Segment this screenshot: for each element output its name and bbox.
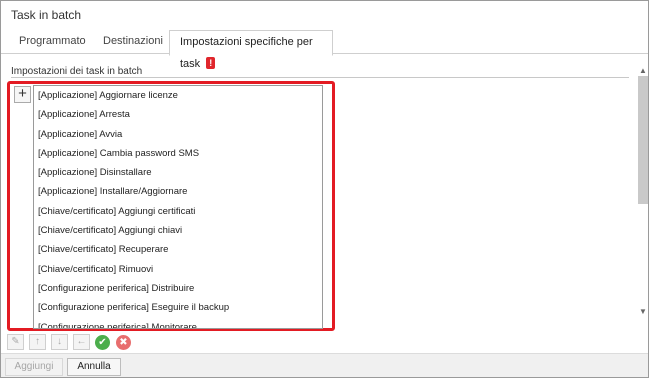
- tab-impostazioni-specifiche[interactable]: Impostazioni specifiche per task!: [169, 30, 333, 70]
- list-item[interactable]: [Applicazione] Aggiornare licenze: [34, 86, 322, 105]
- tab-label: Programmato: [19, 35, 86, 47]
- list-item[interactable]: [Chiave/certificato] Recuperare: [34, 240, 322, 259]
- list-item[interactable]: [Configurazione periferica] Eseguire il …: [34, 298, 322, 317]
- scrollbar-thumb[interactable]: [638, 76, 648, 204]
- tab-programmato[interactable]: Programmato: [9, 30, 96, 54]
- tab-label: Destinazioni: [103, 35, 163, 47]
- list-item[interactable]: [Configurazione periferica] Monitorare: [34, 318, 322, 328]
- section-divider: [11, 77, 629, 78]
- add-task-button[interactable]: +: [14, 86, 31, 103]
- arrow-up-icon[interactable]: ↑: [29, 334, 46, 350]
- add-button[interactable]: Aggiungi: [5, 358, 63, 376]
- check-icon[interactable]: ✔: [95, 335, 110, 350]
- tab-label: Impostazioni specifiche per task: [180, 36, 313, 70]
- plus-icon: +: [18, 85, 27, 102]
- list-item[interactable]: [Applicazione] Installare/Aggiornare: [34, 182, 322, 201]
- list-item[interactable]: [Applicazione] Arresta: [34, 105, 322, 124]
- list-item[interactable]: [Applicazione] Avvia: [34, 125, 322, 144]
- window-title: Task in batch: [11, 8, 82, 22]
- tab-destinazioni[interactable]: Destinazioni: [93, 30, 173, 54]
- tab-bar: Programmato Destinazioni Impostazioni sp…: [1, 28, 648, 70]
- list-item[interactable]: [Chiave/certificato] Rimuovi: [34, 260, 322, 279]
- warning-badge: !: [206, 57, 216, 69]
- scroll-up-icon[interactable]: ▲: [638, 66, 648, 76]
- list-item[interactable]: [Configurazione periferica] Distribuire: [34, 279, 322, 298]
- task-list[interactable]: [Applicazione] Aggiornare licenze [Appli…: [33, 85, 323, 329]
- cancel-button[interactable]: Annulla: [67, 358, 121, 376]
- list-item[interactable]: [Chiave/certificato] Aggiungi chiavi: [34, 221, 322, 240]
- list-item[interactable]: [Applicazione] Cambia password SMS: [34, 144, 322, 163]
- dialog-footer: Aggiungi Annulla: [1, 353, 648, 377]
- dialog-window: Task in batch Programmato Destinazioni I…: [0, 0, 649, 378]
- list-item[interactable]: [Applicazione] Disinstallare: [34, 163, 322, 182]
- arrow-left-icon[interactable]: ←: [73, 334, 90, 350]
- section-title: Impostazioni dei task in batch: [11, 66, 143, 77]
- arrow-down-icon[interactable]: ↓: [51, 334, 68, 350]
- edit-icon[interactable]: ✎: [7, 334, 24, 350]
- scroll-down-icon[interactable]: ▼: [638, 307, 648, 317]
- close-icon[interactable]: ✖: [116, 335, 131, 350]
- list-item[interactable]: [Chiave/certificato] Aggiungi certificat…: [34, 202, 322, 221]
